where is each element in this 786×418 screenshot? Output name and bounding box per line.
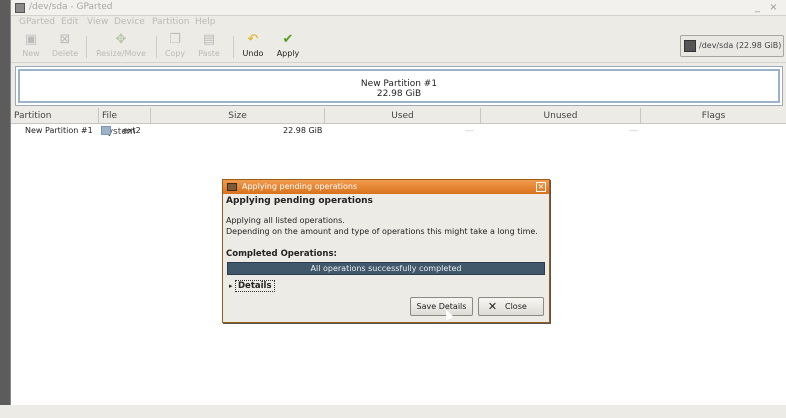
dialog-titlebar[interactable]: Applying pending operations × xyxy=(223,180,549,194)
column-unused[interactable]: Unused xyxy=(481,108,641,124)
partition-graph-size: 22.98 GiB xyxy=(376,89,422,99)
dialog-body: Applying pending operations Applying all… xyxy=(223,194,549,322)
resize-move-button-label: Resize/Move xyxy=(96,49,146,58)
window-title: /dev/sda - GParted xyxy=(29,2,113,12)
progress-text: All operations successfully completed xyxy=(310,264,462,273)
resize-icon: ✥ xyxy=(115,32,127,47)
close-button[interactable]: ✕ Close xyxy=(478,297,544,316)
menu-edit[interactable]: Edit xyxy=(61,17,78,27)
dialog-info-line2: Depending on the amount and type of oper… xyxy=(226,227,538,236)
dialog-info-line1: Applying all listed operations. xyxy=(226,216,345,225)
completed-operations-label: Completed Operations: xyxy=(226,249,337,259)
undo-icon: ↶ xyxy=(247,32,259,47)
column-used[interactable]: Used xyxy=(325,108,481,124)
menubar: GParted Edit View Device Partition Help xyxy=(11,16,786,30)
table-row[interactable]: New Partition #1 ext2 22.98 GiB --- --- xyxy=(11,125,786,137)
dialog-title: Applying pending operations xyxy=(242,182,358,191)
delete-button[interactable]: ⊠ Delete xyxy=(49,33,81,61)
resize-move-button[interactable]: ✥ Resize/Move xyxy=(93,33,149,61)
checkmark-icon: ✔ xyxy=(282,32,294,47)
new-button[interactable]: ▣ New xyxy=(17,33,45,61)
partition-block[interactable]: New Partition #1 22.98 GiB xyxy=(18,69,780,103)
progress-bar: All operations successfully completed xyxy=(227,262,545,275)
new-button-label: New xyxy=(22,49,40,58)
device-selector[interactable]: /dev/sda (22.98 GiB) xyxy=(680,35,784,57)
close-button-label: Close xyxy=(505,302,527,311)
dialog-app-icon xyxy=(227,183,237,191)
table-header: Partition File System Size Used Unused F… xyxy=(11,108,786,137)
column-size[interactable]: Size xyxy=(151,108,325,124)
x-icon: ✕ xyxy=(487,300,498,313)
menu-partition[interactable]: Partition xyxy=(152,17,190,27)
menu-device[interactable]: Device xyxy=(114,17,145,27)
statusbar xyxy=(0,405,786,418)
menu-help[interactable]: Help xyxy=(195,17,216,27)
device-selector-label: /dev/sda (22.98 GiB) xyxy=(699,41,782,50)
column-partition[interactable]: Partition xyxy=(11,108,99,124)
delete-icon: ⊠ xyxy=(59,32,71,47)
paste-icon: ▤ xyxy=(202,32,216,47)
column-filesystem[interactable]: File System xyxy=(99,108,151,137)
cell-size: 22.98 GiB xyxy=(283,126,323,135)
copy-button[interactable]: ❐ Copy xyxy=(161,33,189,61)
undo-button[interactable]: ↶ Undo xyxy=(239,33,267,61)
close-icon[interactable]: × xyxy=(536,182,546,192)
toolbar-separator xyxy=(233,36,234,58)
new-partition-icon: ▣ xyxy=(24,32,38,47)
copy-icon: ❐ xyxy=(169,32,181,47)
minimize-icon[interactable]: _ xyxy=(751,1,764,14)
applying-operations-dialog: Applying pending operations × Applying p… xyxy=(222,179,550,323)
window-titlebar[interactable]: /dev/sda - GParted _ × xyxy=(11,0,786,16)
copy-button-label: Copy xyxy=(164,49,186,58)
undo-button-label: Undo xyxy=(242,49,264,58)
apply-button-label: Apply xyxy=(276,49,300,58)
harddisk-icon xyxy=(684,40,696,52)
cell-partition: New Partition #1 xyxy=(25,126,93,135)
filesystem-color-swatch xyxy=(101,126,111,135)
menu-view[interactable]: View xyxy=(87,17,108,27)
dialog-heading: Applying pending operations xyxy=(226,196,373,206)
screen: /dev/sda - GParted _ × GParted Edit View… xyxy=(0,0,786,418)
delete-button-label: Delete xyxy=(51,49,79,58)
partition-graph: New Partition #1 22.98 GiB xyxy=(15,66,783,106)
expander-arrow-icon: ▸ xyxy=(229,282,233,290)
details-label: Details xyxy=(235,280,275,292)
toolbar-separator xyxy=(156,36,157,58)
partition-graph-name: New Partition #1 xyxy=(360,79,438,89)
cell-unused: --- xyxy=(629,126,638,135)
toolbar-separator xyxy=(86,36,87,58)
save-details-button[interactable]: Save Details xyxy=(410,297,473,316)
close-window-icon[interactable]: × xyxy=(767,1,780,14)
apply-button[interactable]: ✔ Apply xyxy=(274,33,302,61)
column-flags[interactable]: Flags xyxy=(641,108,786,124)
paste-button-label: Paste xyxy=(198,49,220,58)
toolbar: ▣ New ⊠ Delete ✥ Resize/Move ❐ Copy ▤ Pa… xyxy=(11,31,786,63)
app-icon xyxy=(15,3,25,13)
cell-filesystem: ext2 xyxy=(123,126,141,135)
paste-button[interactable]: ▤ Paste xyxy=(195,33,223,61)
menu-gparted[interactable]: GParted xyxy=(19,17,55,27)
cell-used: --- xyxy=(465,126,474,135)
